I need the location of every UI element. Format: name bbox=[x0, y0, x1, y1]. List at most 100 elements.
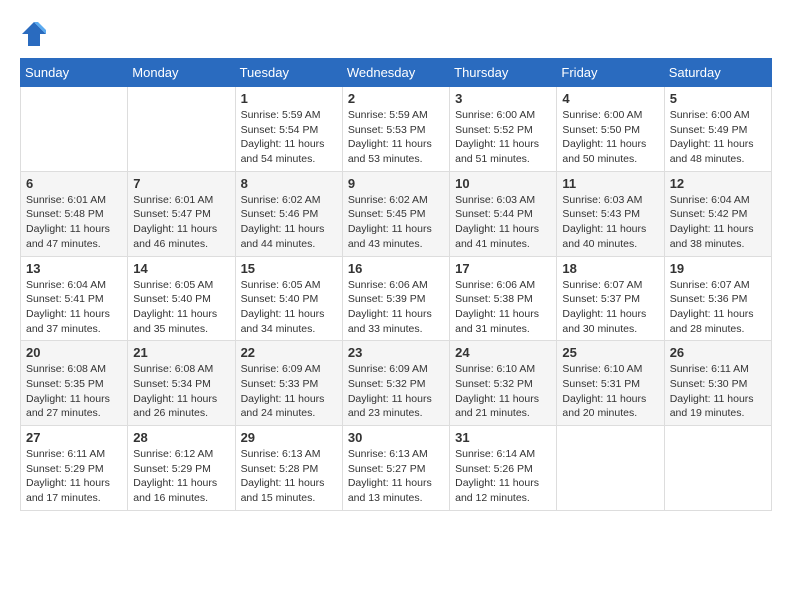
sunset-text: Sunset: 5:38 PM bbox=[455, 292, 551, 307]
daylight-text: Daylight: 11 hours and 35 minutes. bbox=[133, 307, 229, 336]
day-number: 3 bbox=[455, 91, 551, 106]
sunset-text: Sunset: 5:29 PM bbox=[26, 462, 122, 477]
sunset-text: Sunset: 5:35 PM bbox=[26, 377, 122, 392]
day-info: Sunrise: 5:59 AMSunset: 5:54 PMDaylight:… bbox=[241, 108, 337, 167]
calendar-cell: 11Sunrise: 6:03 AMSunset: 5:43 PMDayligh… bbox=[557, 171, 664, 256]
sunset-text: Sunset: 5:39 PM bbox=[348, 292, 444, 307]
day-number: 22 bbox=[241, 345, 337, 360]
sunset-text: Sunset: 5:31 PM bbox=[562, 377, 658, 392]
daylight-text: Daylight: 11 hours and 43 minutes. bbox=[348, 222, 444, 251]
day-info: Sunrise: 6:01 AMSunset: 5:47 PMDaylight:… bbox=[133, 193, 229, 252]
calendar-cell: 3Sunrise: 6:00 AMSunset: 5:52 PMDaylight… bbox=[450, 87, 557, 172]
day-info: Sunrise: 6:05 AMSunset: 5:40 PMDaylight:… bbox=[241, 278, 337, 337]
sunrise-text: Sunrise: 6:08 AM bbox=[133, 362, 229, 377]
calendar-body: 1Sunrise: 5:59 AMSunset: 5:54 PMDaylight… bbox=[21, 87, 772, 511]
day-number: 23 bbox=[348, 345, 444, 360]
day-number: 30 bbox=[348, 430, 444, 445]
daylight-text: Daylight: 11 hours and 51 minutes. bbox=[455, 137, 551, 166]
sunrise-text: Sunrise: 6:10 AM bbox=[562, 362, 658, 377]
day-of-week-header: Wednesday bbox=[342, 59, 449, 87]
sunrise-text: Sunrise: 6:05 AM bbox=[133, 278, 229, 293]
day-number: 20 bbox=[26, 345, 122, 360]
sunrise-text: Sunrise: 6:06 AM bbox=[455, 278, 551, 293]
daylight-text: Daylight: 11 hours and 13 minutes. bbox=[348, 476, 444, 505]
daylight-text: Daylight: 11 hours and 17 minutes. bbox=[26, 476, 122, 505]
day-number: 14 bbox=[133, 261, 229, 276]
sunrise-text: Sunrise: 6:13 AM bbox=[348, 447, 444, 462]
sunset-text: Sunset: 5:44 PM bbox=[455, 207, 551, 222]
sunrise-text: Sunrise: 6:14 AM bbox=[455, 447, 551, 462]
daylight-text: Daylight: 11 hours and 34 minutes. bbox=[241, 307, 337, 336]
sunset-text: Sunset: 5:36 PM bbox=[670, 292, 766, 307]
daylight-text: Daylight: 11 hours and 23 minutes. bbox=[348, 392, 444, 421]
sunrise-text: Sunrise: 5:59 AM bbox=[241, 108, 337, 123]
sunrise-text: Sunrise: 6:10 AM bbox=[455, 362, 551, 377]
daylight-text: Daylight: 11 hours and 15 minutes. bbox=[241, 476, 337, 505]
day-number: 31 bbox=[455, 430, 551, 445]
day-of-week-header: Friday bbox=[557, 59, 664, 87]
day-info: Sunrise: 6:08 AMSunset: 5:34 PMDaylight:… bbox=[133, 362, 229, 421]
calendar-cell: 30 Sunrise: 6:13 AMSunset: 5:27 PMDayligh… bbox=[342, 426, 449, 511]
day-number: 11 bbox=[562, 176, 658, 191]
sunset-text: Sunset: 5:29 PM bbox=[133, 462, 229, 477]
day-info: Sunrise: 6:13 AMSunset: 5:27 PMDaylight:… bbox=[348, 447, 444, 506]
sunrise-text: Sunrise: 6:07 AM bbox=[670, 278, 766, 293]
day-of-week-header: Sunday bbox=[21, 59, 128, 87]
daylight-text: Daylight: 11 hours and 47 minutes. bbox=[26, 222, 122, 251]
day-number: 4 bbox=[562, 91, 658, 106]
day-of-week-header: Tuesday bbox=[235, 59, 342, 87]
calendar-week-row: 6Sunrise: 6:01 AMSunset: 5:48 PMDaylight… bbox=[21, 171, 772, 256]
day-info: Sunrise: 6:06 AMSunset: 5:38 PMDaylight:… bbox=[455, 278, 551, 337]
day-info: Sunrise: 6:14 AMSunset: 5:26 PMDaylight:… bbox=[455, 447, 551, 506]
calendar-header: SundayMondayTuesdayWednesdayThursdayFrid… bbox=[21, 59, 772, 87]
calendar-cell: 6Sunrise: 6:01 AMSunset: 5:48 PMDaylight… bbox=[21, 171, 128, 256]
day-number: 1 bbox=[241, 91, 337, 106]
sunset-text: Sunset: 5:52 PM bbox=[455, 123, 551, 138]
sunset-text: Sunset: 5:49 PM bbox=[670, 123, 766, 138]
calendar-cell: 21Sunrise: 6:08 AMSunset: 5:34 PMDayligh… bbox=[128, 341, 235, 426]
day-number: 17 bbox=[455, 261, 551, 276]
sunrise-text: Sunrise: 6:05 AM bbox=[241, 278, 337, 293]
daylight-text: Daylight: 11 hours and 21 minutes. bbox=[455, 392, 551, 421]
calendar-week-row: 13Sunrise: 6:04 AMSunset: 5:41 PMDayligh… bbox=[21, 256, 772, 341]
day-number: 13 bbox=[26, 261, 122, 276]
calendar-week-row: 27Sunrise: 6:11 AMSunset: 5:29 PMDayligh… bbox=[21, 426, 772, 511]
sunrise-text: Sunrise: 6:02 AM bbox=[241, 193, 337, 208]
day-number: 24 bbox=[455, 345, 551, 360]
sunset-text: Sunset: 5:54 PM bbox=[241, 123, 337, 138]
calendar-cell: 1 Sunrise: 5:59 AMSunset: 5:54 PMDaylight… bbox=[235, 87, 342, 172]
page-header bbox=[20, 20, 772, 48]
logo-icon bbox=[20, 20, 48, 48]
calendar-cell: 15Sunrise: 6:05 AMSunset: 5:40 PMDayligh… bbox=[235, 256, 342, 341]
sunset-text: Sunset: 5:40 PM bbox=[241, 292, 337, 307]
daylight-text: Daylight: 11 hours and 38 minutes. bbox=[670, 222, 766, 251]
day-number: 2 bbox=[348, 91, 444, 106]
logo bbox=[20, 20, 50, 48]
sunrise-text: Sunrise: 6:01 AM bbox=[26, 193, 122, 208]
day-info: Sunrise: 6:03 AMSunset: 5:44 PMDaylight:… bbox=[455, 193, 551, 252]
day-number: 26 bbox=[670, 345, 766, 360]
sunset-text: Sunset: 5:46 PM bbox=[241, 207, 337, 222]
day-info: Sunrise: 6:07 AMSunset: 5:37 PMDaylight:… bbox=[562, 278, 658, 337]
sunset-text: Sunset: 5:42 PM bbox=[670, 207, 766, 222]
day-info: Sunrise: 6:10 AMSunset: 5:32 PMDaylight:… bbox=[455, 362, 551, 421]
calendar-table: SundayMondayTuesdayWednesdayThursdayFrid… bbox=[20, 58, 772, 511]
day-number: 18 bbox=[562, 261, 658, 276]
sunrise-text: Sunrise: 6:07 AM bbox=[562, 278, 658, 293]
calendar-cell: 8Sunrise: 6:02 AMSunset: 5:46 PMDaylight… bbox=[235, 171, 342, 256]
day-number: 6 bbox=[26, 176, 122, 191]
calendar-cell: 25Sunrise: 6:10 AMSunset: 5:31 PMDayligh… bbox=[557, 341, 664, 426]
sunrise-text: Sunrise: 5:59 AM bbox=[348, 108, 444, 123]
sunrise-text: Sunrise: 6:00 AM bbox=[670, 108, 766, 123]
daylight-text: Daylight: 11 hours and 26 minutes. bbox=[133, 392, 229, 421]
calendar-cell: 23Sunrise: 6:09 AMSunset: 5:32 PMDayligh… bbox=[342, 341, 449, 426]
calendar-cell bbox=[557, 426, 664, 511]
sunrise-text: Sunrise: 6:09 AM bbox=[241, 362, 337, 377]
header-row: SundayMondayTuesdayWednesdayThursdayFrid… bbox=[21, 59, 772, 87]
sunrise-text: Sunrise: 6:08 AM bbox=[26, 362, 122, 377]
day-info: Sunrise: 5:59 AMSunset: 5:53 PMDaylight:… bbox=[348, 108, 444, 167]
calendar-cell: 19Sunrise: 6:07 AMSunset: 5:36 PMDayligh… bbox=[664, 256, 771, 341]
day-info: Sunrise: 6:00 AMSunset: 5:50 PMDaylight:… bbox=[562, 108, 658, 167]
calendar-cell: 24 Sunrise: 6:10 AMSunset: 5:32 PMDayligh… bbox=[450, 341, 557, 426]
calendar-cell bbox=[21, 87, 128, 172]
